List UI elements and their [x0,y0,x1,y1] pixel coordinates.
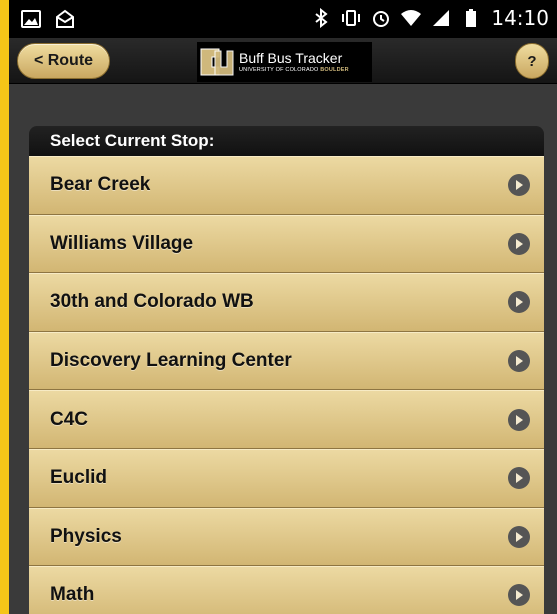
chevron-right-icon [508,232,530,255]
vibrate-icon [342,10,361,26]
mail-notification-icon [56,9,74,28]
stop-list-item[interactable]: Discovery Learning Center [29,331,544,391]
gallery-notification-icon [21,10,41,28]
stop-list-item[interactable]: Euclid [29,448,544,508]
stop-label: Physics [50,525,122,547]
chevron-right-icon [508,408,530,431]
stop-list-item[interactable]: C4C [29,390,544,449]
help-button[interactable]: ? [515,43,549,79]
chevron-right-icon [508,584,530,607]
bluetooth-icon [315,8,328,28]
battery-icon [466,9,477,27]
chevron-right-icon [508,291,530,314]
stop-list-item[interactable]: Williams Village [29,214,544,274]
app-header: < Route Buff Bus Tracker UNIVERSITY OF C… [9,38,557,84]
stop-label: Bear Creek [50,174,151,196]
chevron-right-icon [508,174,530,197]
stop-list-header: Select Current Stop: [29,126,544,156]
logo-title: Buff Bus Tracker [239,50,343,66]
stop-label: 30th and Colorado WB [50,291,254,313]
stop-label: Euclid [50,467,108,489]
status-bar: 14:10 [9,0,557,38]
buff-bus-tracker-logo: Buff Bus Tracker UNIVERSITY OF COLORADO … [197,42,372,82]
logo-subtitle: UNIVERSITY OF COLORADO BOULDER [239,67,349,73]
chevron-right-icon [508,525,530,548]
stop-label: C4C [50,408,89,430]
clock: 14:10 [491,6,549,30]
stop-list-item[interactable]: Physics [29,507,544,567]
wifi-icon [401,10,422,26]
stop-list: Select Current Stop: Bear Creek Williams … [29,126,544,614]
stop-list-item[interactable]: 30th and Colorado WB [29,273,544,332]
stop-list-item[interactable]: Bear Creek [29,156,544,215]
back-to-route-button[interactable]: < Route [17,43,110,79]
cu-logo-icon [200,48,234,76]
stop-label: Discovery Learning Center [50,350,292,372]
alarm-icon [373,11,390,27]
stop-label: Math [50,584,95,606]
signal-icon [433,10,450,26]
chevron-right-icon [508,350,530,373]
chevron-right-icon [508,467,530,490]
app-screen: 14:10 < Route Buff Bus Tracker UNIVERSIT… [9,0,557,614]
stop-label: Williams Village [50,232,194,254]
device-frame [0,0,9,614]
stop-list-item[interactable]: Math [29,566,544,614]
